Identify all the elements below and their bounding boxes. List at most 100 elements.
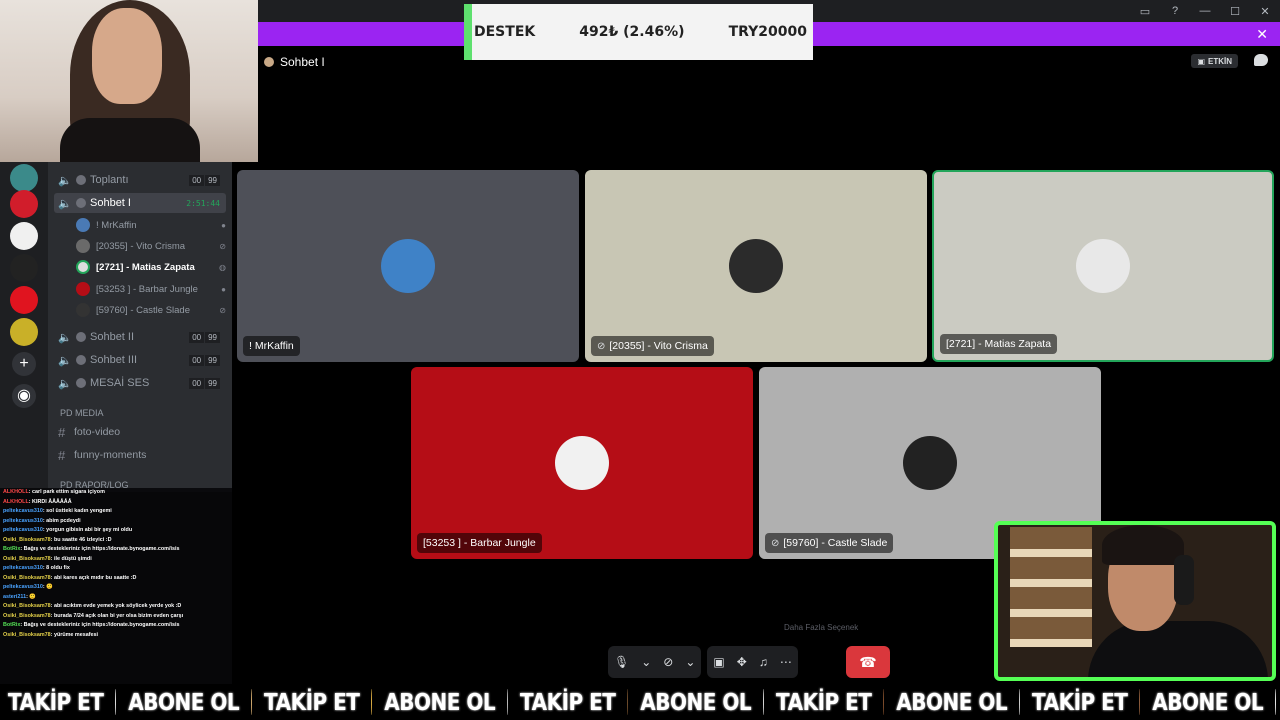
avatar [729,239,783,293]
chat-line: Osiki_Bisoksam78: yürüme mesafesi [0,631,232,641]
server-icon[interactable] [10,164,38,192]
chat-username: peltekcavus310 [3,527,43,533]
avatar [903,436,957,490]
chat-username: BotRix [3,622,21,628]
server-icon[interactable] [10,318,38,346]
member-item[interactable]: ! MrKaffin ● [76,215,226,235]
chevron-down-icon[interactable]: ⌄ [641,655,651,669]
chat-line: peltekcavus310: yorgun gibisin abi bir ş… [0,526,232,536]
avatar [76,239,90,253]
chat-username: Osiki_Bisoksam78 [3,612,51,619]
tile-name-label: [53253 ] - Barbar Jungle [417,533,542,553]
activity-button[interactable]: ▣ ETKİN [1191,54,1238,68]
user-icon [76,355,86,365]
voice-channel-mesai[interactable]: 🔈 MESAİ SES 00 99 [54,373,226,393]
avatar [1076,239,1130,293]
more-options-tooltip: Daha Fazla Seçenek [784,623,859,632]
maximize-icon[interactable]: ☐ [1220,5,1250,18]
donation-amount: 492₺ (2.46%) [579,24,685,40]
chat-username: Osiki_Bisoksam78 [3,631,51,638]
chat-username: Osiki_Bisoksam78 [3,574,51,581]
call-controls: 🎙 ⌄ ⊘ ⌄ ▣ ✥ ♫ ⋯ [608,646,798,678]
member-item[interactable]: [53253 ] - Barbar Jungle ● [76,279,226,299]
avatar [76,218,90,232]
avatar [555,436,609,490]
chat-message: : 🙂 [42,584,53,590]
chat-line: asteri211: 🙂 [0,593,232,603]
chat-message: : abi kares açık mıdır bu saatte :D [50,574,137,581]
voice-channel-sohbet-3[interactable]: 🔈 Sohbet III 00 99 [54,350,226,370]
chat-line: BotRix: Bağış ve destekleriniz için http… [0,621,232,631]
chat-message: : abim pcdeydi [42,517,81,524]
voice-channel-sohbet-2[interactable]: 🔈 Sohbet II 00 99 [54,327,226,347]
chat-message: : yorgun gibisin abi bir şey mi oldu [42,527,133,533]
help-icon[interactable]: ? [1160,5,1190,17]
video-tile[interactable]: [53253 ] - Barbar Jungle [411,367,753,559]
soundboard-icon[interactable]: ♫ [759,655,768,669]
video-tile[interactable]: ⊘ [20355] - Vito Crisma [585,170,927,362]
text-channel-funny-moments[interactable]: # funny-moments [58,445,228,465]
screen-share-icon[interactable]: ▣ [713,655,724,669]
user-icon [76,378,86,388]
webcam-overlay-streamer [994,521,1276,681]
ticker-follow-text: TAKİP ET [264,688,360,716]
voice-channel-sohbet-1[interactable]: 🔈 Sohbet I 2:51:44 [54,193,226,213]
text-channel-foto-video[interactable]: # foto-video [58,422,228,442]
ticker-follow-text: TAKİP ET [776,688,872,716]
chat-username: peltekcavus310 [3,517,43,524]
webcam-overlay-top [0,0,258,162]
camera-off-icon[interactable]: ⊘ [663,655,673,669]
more-options-icon[interactable]: ⋯ [780,655,792,669]
chat-bubble-icon[interactable] [1254,54,1268,66]
follow-subscribe-ticker: TAKİP ET ABONE OL TAKİP ET ABONE OL TAKİP ET… [0,684,1280,720]
chat-message: : abi acıktım evde yemek yok söylicek ye… [50,603,182,609]
chat-username: BotRix [3,546,21,552]
chat-message: : carl park ettim sigara içiyom [28,489,105,495]
server-icon[interactable] [10,254,38,282]
animal-icon [1275,689,1276,715]
member-item[interactable]: [59760] - Castle Slade ⊘ [76,300,226,320]
member-item[interactable]: [20355] - Vito Crisma ⊘ [76,236,226,256]
animal-icon [115,689,117,715]
chat-username: peltekcavus310 [3,508,43,514]
close-icon[interactable]: ✕ [1256,26,1268,43]
animal-icon [371,689,373,715]
activities-icon[interactable]: ✥ [737,655,747,669]
server-icon[interactable] [10,286,38,314]
call-timer: 2:51:44 [186,198,220,208]
chat-line: ALKHOLL: KIRDI ÅÅÅÅÅÅ [0,498,232,508]
donation-goal: TRY20000 [728,24,807,40]
animal-icon [1139,689,1141,715]
category-media[interactable]: PD MEDIA [60,408,104,418]
activity-icon: ▣ [1197,56,1205,66]
chat-username: Osiki_Bisoksam78 [3,603,51,609]
avatar [76,282,90,296]
server-icon[interactable] [10,190,38,218]
video-tile[interactable]: ! MrKaffin [237,170,579,362]
speaker-icon: 🔈 [58,354,72,367]
avatar [381,239,435,293]
microphone-icon[interactable]: 🎙 [614,655,629,669]
member-item[interactable]: [2721] - Matias Zapata ◍ [76,257,226,277]
add-server-icon[interactable]: + [12,352,36,376]
channel-list: 🔈 Toplantı 00 99 🔈 Sohbet I 2:51:44 ! MrK… [48,162,232,492]
inbox-icon[interactable]: ▭ [1130,5,1160,18]
chat-message: : bu saatte 46 izleyici :D [50,536,112,543]
server-icon[interactable] [10,222,38,250]
close-window-icon[interactable]: ✕ [1250,5,1280,18]
chat-line: peltekcavus310: 8 oldu fix [0,564,232,574]
status-icon: ● [221,220,226,230]
muted-icon: ⊘ [219,241,226,251]
disconnect-button[interactable]: ☎ [846,646,890,678]
video-tile-speaking[interactable]: [2721] - Matias Zapata [932,170,1274,362]
animal-icon [763,689,764,715]
animal-icon [883,689,885,715]
status-icon: ◍ [219,262,226,272]
ticker-subscribe-text: ABONE OL [896,688,1008,716]
explore-icon[interactable]: ◉ [12,384,36,408]
minimize-icon[interactable]: — [1190,5,1220,17]
voice-channel-toplanti[interactable]: 🔈 Toplantı 00 99 [54,170,226,190]
animal-icon [627,689,629,715]
chevron-down-icon[interactable]: ⌄ [685,655,695,669]
activity-label: ETKİN [1208,56,1232,66]
